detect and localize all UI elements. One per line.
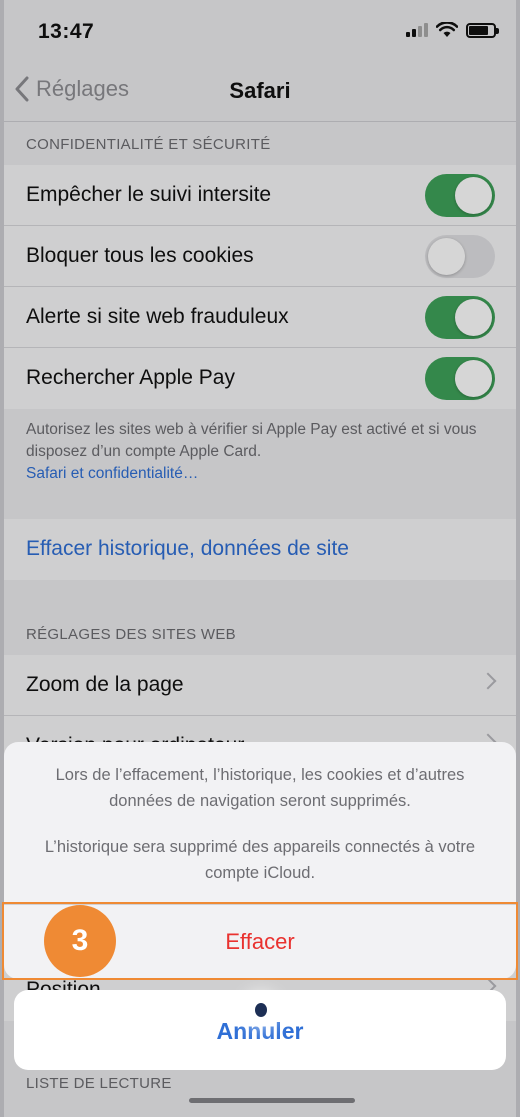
safari-privacy-link[interactable]: Safari et confidentialité… (26, 463, 490, 485)
cellular-signal-icon (406, 23, 428, 37)
row-fraudulent-website-warning[interactable]: Alerte si site web frauduleux (4, 287, 516, 348)
touch-indicator (255, 1003, 267, 1017)
battery-icon (466, 22, 499, 38)
clear-history-label: Effacer historique, données de site (26, 537, 349, 560)
action-sheet-message-1: Lors de l’effacement, l’historique, les … (55, 766, 465, 810)
wifi-icon (436, 22, 458, 37)
row-block-all-cookies[interactable]: Bloquer tous les cookies (4, 226, 516, 287)
apple-pay-footnote: Autorisez les sites web à vérifier si Ap… (26, 419, 490, 485)
row-page-zoom[interactable]: Zoom de la page (4, 655, 516, 716)
navigation-bar: Réglages Safari (0, 62, 520, 122)
status-bar: 13:47 (0, 0, 520, 62)
toggle-block-all-cookies[interactable] (425, 235, 495, 278)
toggle-check-apple-pay[interactable] (425, 357, 495, 400)
row-prevent-cross-site-tracking[interactable]: Empêcher le suivi intersite (4, 165, 516, 226)
page-title: Safari (229, 78, 291, 103)
privacy-section-header: CONFIDENTIALITÉ ET SÉCURITÉ (26, 136, 271, 153)
status-time: 13:47 (38, 20, 95, 43)
step-number-badge: 3 (44, 905, 116, 977)
frame-edge-right (516, 0, 520, 1117)
row-label: Rechercher Apple Pay (26, 366, 235, 389)
reading-list-header: LISTE DE LECTURE (26, 1075, 172, 1092)
row-label: Alerte si site web frauduleux (26, 305, 289, 328)
home-indicator[interactable] (189, 1098, 355, 1103)
cancel-button[interactable]: Annuler (14, 990, 506, 1070)
settings-screen: 13:47 Réglages Safari CONFIDENTIALITÉ ET… (0, 0, 520, 1117)
status-icons (406, 22, 499, 38)
toggle-fraudulent-website-warning[interactable] (425, 296, 495, 339)
footnote-text: Autorisez les sites web à vérifier si Ap… (26, 421, 477, 460)
row-label: Bloquer tous les cookies (26, 244, 254, 267)
privacy-group: Empêcher le suivi intersite Bloquer tous… (4, 165, 516, 409)
row-label: Empêcher le suivi intersite (26, 183, 272, 206)
row-label: Zoom de la page (26, 673, 184, 696)
action-sheet-message-2: L’historique sera supprimé des appareils… (44, 838, 476, 882)
clear-history-button[interactable]: Effacer historique, données de site (4, 519, 516, 580)
row-check-apple-pay[interactable]: Rechercher Apple Pay (4, 348, 516, 409)
toggle-prevent-cross-site-tracking[interactable] (425, 174, 495, 217)
website-settings-header: RÉGLAGES DES SITES WEB (26, 626, 236, 643)
clear-history-group: Effacer historique, données de site (4, 519, 516, 580)
chevron-right-icon (479, 672, 497, 690)
